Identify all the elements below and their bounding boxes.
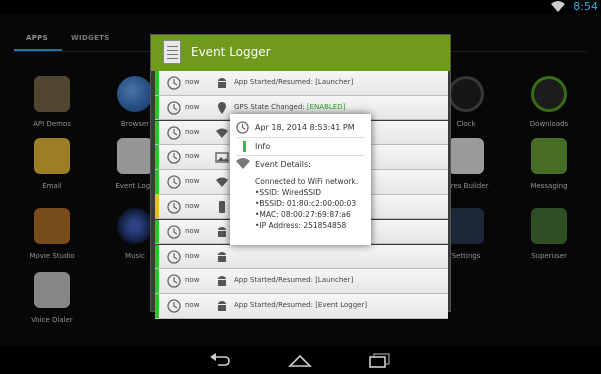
divider (236, 155, 365, 156)
android-icon (218, 78, 226, 88)
event-detail-popup: Apr 18, 2014 8:53:41 PM Info Event Detai… (230, 114, 371, 245)
level-indicator (155, 294, 159, 318)
event-details-title: Event Details: (255, 160, 311, 169)
image-icon (215, 152, 229, 164)
event-date: Apr 18, 2014 8:53:41 PM (255, 123, 355, 132)
event-time: now (185, 226, 200, 235)
divider (236, 137, 365, 138)
clock-icon (167, 125, 181, 140)
event-message: App Started/Resumed: [Launcher] (234, 276, 354, 285)
level-indicator (155, 145, 159, 169)
wifi-icon (236, 158, 250, 169)
event-level: Info (255, 142, 271, 151)
android-icon (218, 226, 226, 237)
event-time: now (185, 127, 200, 136)
event-detail-line: •SSID: WiredSSID (255, 188, 321, 197)
phone-icon (219, 200, 225, 213)
dialog-header: Event Logger (151, 35, 450, 71)
clock-icon (167, 225, 181, 239)
event-time: now (185, 251, 200, 260)
level-indicator (155, 71, 159, 95)
status-time: 8:54 (573, 0, 598, 13)
level-indicator (155, 244, 159, 269)
event-detail-line: •IP Address: 251854858 (255, 221, 347, 230)
level-indicator (155, 194, 159, 219)
event-message: App Started/Resumed: [Event Logger] (234, 301, 368, 310)
event-message-value: [ENABLED] (306, 102, 346, 111)
status-bar: 8:54 (0, 0, 601, 14)
event-time: now (185, 102, 200, 111)
clock-icon (167, 274, 181, 289)
event-time: now (185, 152, 200, 161)
notepad-icon (163, 40, 181, 64)
wifi-icon (551, 1, 565, 12)
clock-icon (236, 121, 249, 134)
recents-icon[interactable] (368, 352, 392, 368)
level-indicator (243, 141, 246, 152)
android-icon (218, 276, 226, 287)
clock-icon (167, 150, 181, 165)
wifi-icon (216, 177, 228, 188)
navigation-bar (0, 346, 601, 374)
android-icon (218, 251, 226, 262)
home-icon[interactable] (288, 352, 312, 368)
clock-icon (167, 175, 181, 189)
clock-icon (167, 200, 181, 214)
event-message: App Started/Resumed: [Launcher] (234, 78, 354, 86)
level-indicator (155, 269, 159, 293)
android-icon (218, 301, 226, 312)
event-detail-line: Connected to WiFi network. (255, 177, 359, 186)
event-time: now (185, 201, 200, 210)
level-indicator (155, 95, 159, 120)
level-indicator (155, 219, 159, 244)
clock-icon (167, 76, 181, 90)
event-time: now (185, 276, 200, 285)
event-row[interactable]: now App Started/Resumed: [Event Logger] (155, 294, 448, 319)
back-icon[interactable] (208, 352, 232, 368)
event-row[interactable]: now App Started/Resumed: [Launcher] (155, 71, 448, 96)
clock-icon (167, 249, 181, 264)
event-time: now (185, 78, 200, 86)
clock-icon (167, 299, 181, 313)
event-detail-line: •MAC: 08:00:27:69:87:a6 (255, 210, 351, 219)
event-time: now (185, 177, 200, 186)
clock-icon (167, 101, 181, 115)
location-pin-icon (218, 101, 226, 114)
event-message: GPS State Changed: [ENABLED] (234, 103, 345, 111)
event-row[interactable]: now (155, 244, 448, 270)
event-time: now (185, 301, 200, 310)
level-indicator (155, 170, 159, 194)
level-indicator (155, 120, 159, 145)
event-row[interactable]: now App Started/Resumed: [Launcher] (155, 269, 448, 294)
event-detail-line: •BSSID: 01:80:c2:00:00:03 (255, 199, 357, 208)
event-message-text: GPS State Changed: (234, 102, 307, 111)
wifi-icon (216, 128, 228, 138)
dialog-title: Event Logger (191, 45, 271, 59)
